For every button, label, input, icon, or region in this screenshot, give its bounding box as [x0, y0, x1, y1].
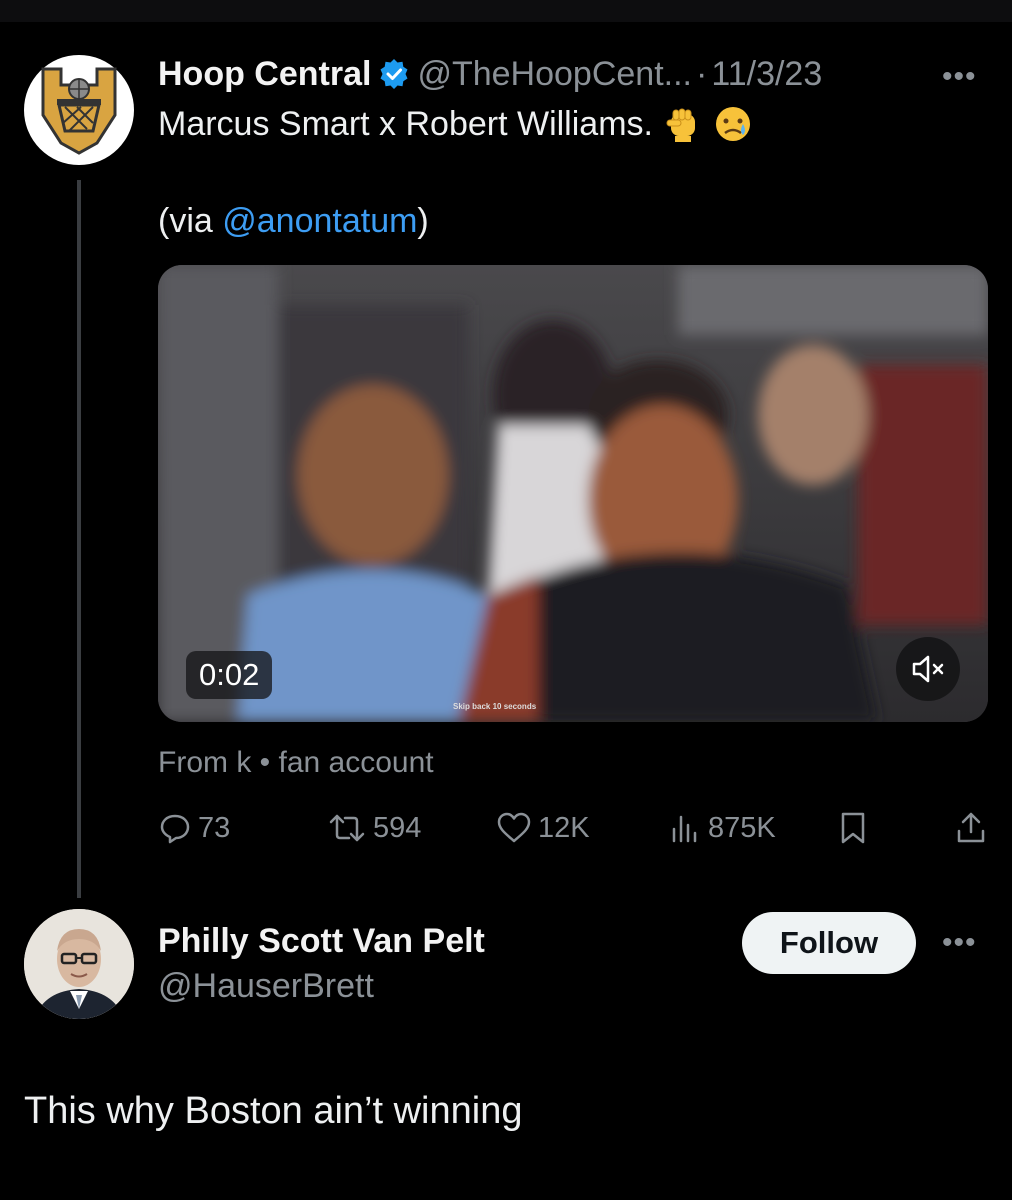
reply-author-name[interactable]: Philly Scott Van Pelt [158, 922, 485, 961]
reply-count: 73 [198, 811, 231, 844]
flexed-fist-emoji [663, 104, 703, 144]
avatar-image [24, 909, 134, 1019]
reply-author-handle[interactable]: @HauserBrett [158, 967, 374, 1006]
video-player[interactable]: 0:02 Skip back 10 seconds [158, 265, 988, 722]
tweet-date[interactable]: 11/3/23 [711, 55, 822, 94]
follow-button[interactable]: Follow [742, 912, 916, 974]
separator-dot: · [696, 54, 708, 93]
reply-more-icon[interactable]: ••• [942, 926, 977, 960]
retweet-icon [329, 814, 365, 842]
reply-author-avatar[interactable] [24, 909, 134, 1019]
via-prefix: (via [158, 202, 223, 240]
author-handle[interactable]: @TheHoopCent... [417, 55, 692, 94]
reply-text: This why Boston ain’t winning [24, 1090, 523, 1132]
crying-face-emoji [713, 104, 753, 144]
author-name[interactable]: Hoop Central [158, 55, 371, 94]
like-icon [497, 812, 531, 843]
via-suffix: ) [417, 202, 429, 240]
views-button[interactable]: 875K [668, 808, 776, 848]
tweet-via: (via @anontatum) [158, 202, 429, 241]
more-icon[interactable]: ••• [942, 60, 977, 94]
share-button[interactable] [955, 811, 987, 850]
bookmark-button[interactable] [838, 811, 868, 850]
retweet-count: 594 [373, 811, 422, 844]
hoop-central-avatar[interactable] [24, 55, 134, 165]
source-label: From k • fan account [158, 746, 434, 779]
hoop-central-logo-icon [41, 67, 117, 155]
reply-icon [160, 814, 190, 844]
status-strip [0, 0, 1012, 22]
verified-badge-icon [379, 59, 409, 89]
like-button[interactable]: 12K [496, 808, 590, 848]
bookmark-icon [841, 812, 865, 844]
skip-caption: Skip back 10 seconds [453, 702, 537, 711]
retweet-button[interactable]: 594 [327, 808, 421, 848]
tweet-text-line1: Marcus Smart x Robert Williams. [158, 104, 653, 143]
views-icon [672, 815, 697, 843]
reply-button[interactable]: 73 [158, 808, 230, 848]
tweet-header: Hoop Central @TheHoopCent... · 11/3/23 [158, 54, 822, 94]
tweet-text: Marcus Smart x Robert Williams. [158, 104, 753, 144]
mute-button[interactable] [896, 637, 960, 701]
video-time-badge: 0:02 [186, 651, 273, 699]
share-icon [957, 812, 985, 843]
mute-icon [912, 655, 944, 683]
thread-line [77, 180, 81, 898]
via-mention-link[interactable]: @anontatum [222, 202, 417, 240]
like-count: 12K [538, 811, 590, 844]
views-count: 875K [708, 811, 776, 844]
video-frame [158, 265, 988, 722]
